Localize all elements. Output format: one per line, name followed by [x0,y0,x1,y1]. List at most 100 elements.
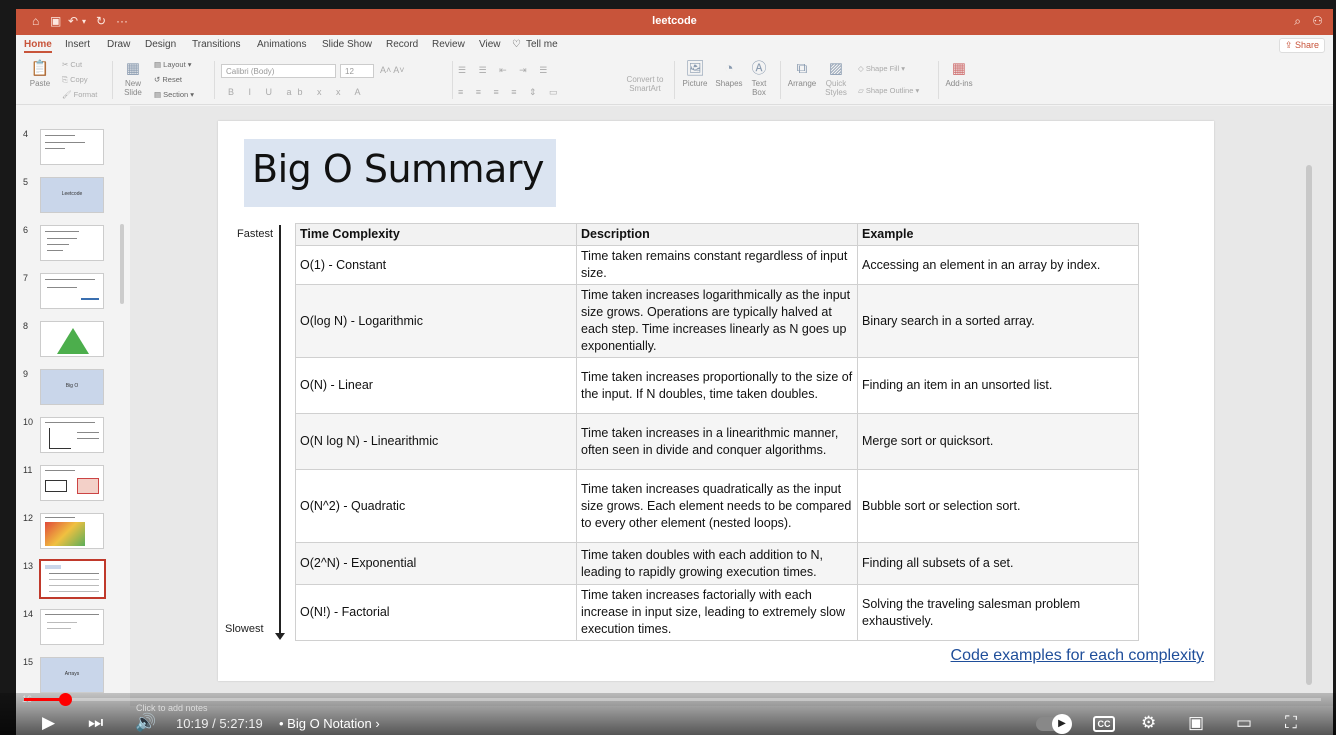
font-size-input[interactable]: 12 [340,64,374,78]
picture-icon: 🖼 [685,60,705,77]
slide-thumb-4[interactable] [40,129,104,165]
tab-view[interactable]: View [479,39,501,50]
thumb-line [49,585,99,586]
shape-fill-button[interactable]: ◇ Shape Fill ▾ [858,64,905,73]
new-slide-icon: ▦ [125,60,141,77]
slide-thumb-12[interactable] [40,513,104,549]
thumb-line [45,422,95,423]
play-icon[interactable]: ▶ [42,712,55,734]
slide-number: 13 [23,561,34,571]
slide-title[interactable]: Big O Summary [244,139,556,207]
divider [938,61,939,99]
slide-thumb-13-selected[interactable] [39,559,106,599]
convert-smartart-button[interactable]: Convert to SmartArt [622,75,668,93]
complexity-cell: O(2^N) - Exponential [295,542,577,585]
slide-number: 8 [23,321,29,331]
arrange-button[interactable]: ⧉ Arrange [786,61,818,89]
tab-animations[interactable]: Animations [257,39,306,50]
thumb-line [77,438,99,439]
tab-insert[interactable]: Insert [65,39,90,50]
next-icon[interactable]: ⏭ [88,712,103,734]
slide-thumb-14[interactable] [40,609,104,645]
picture-button[interactable]: 🖼 Picture [680,60,710,89]
font-grow-shrink-icons[interactable]: A˄ A˅ [380,65,405,75]
chapter-title: Big O Notation [287,716,372,731]
thumb-line [81,298,99,300]
tab-draw[interactable]: Draw [107,39,130,50]
reset-button[interactable]: ↺ Reset [154,75,182,84]
code-examples-link[interactable]: Code examples for each complexity [951,647,1204,665]
description-cell: Time taken increases factorially with ea… [576,584,858,641]
thumbnail-scrollbar[interactable] [120,224,124,304]
description-cell: Time taken doubles with each addition to… [576,542,858,585]
tell-me-search[interactable]: Tell me [526,39,558,50]
slide-thumb-10[interactable] [40,417,104,453]
section-button[interactable]: ▤ Section ▾ [154,90,194,99]
theater-mode-icon[interactable]: ▭ [1236,712,1252,734]
new-slide-button[interactable]: ▦ New Slide [118,60,148,98]
progress-bar[interactable] [24,698,1321,701]
captions-button[interactable]: CC [1093,716,1115,732]
thumb-line [45,148,65,149]
volume-icon[interactable]: 🔊 [135,712,156,734]
font-name-value: Calibri (Body) [226,67,275,76]
autoplay-toggle[interactable]: ▶ [1036,714,1072,734]
account-icon[interactable]: ⚇ [1312,14,1323,28]
tab-transitions[interactable]: Transitions [192,39,241,50]
slide-thumb-8[interactable] [40,321,104,357]
thumb-box [77,478,99,494]
addins-button[interactable]: ▦ Add-ins [944,61,974,89]
slide-thumb-7[interactable] [40,273,104,309]
list-icons[interactable]: ☰ ☰ ⇤ ⇥ ☰ [458,65,552,76]
tab-slide-show[interactable]: Slide Show [322,39,372,50]
tab-design[interactable]: Design [145,39,176,50]
copy-button[interactable]: ⎘ Copy [62,75,88,85]
thumb-title [45,565,61,569]
tab-review[interactable]: Review [432,39,465,50]
complexity-cell: O(N^2) - Quadratic [295,469,577,543]
divider [214,61,215,99]
slide-13[interactable]: Big O Summary Fastest Slowest Time Compl… [218,121,1214,681]
autoplay-play-icon: ▶ [1052,714,1072,734]
complexity-table[interactable]: Time Complexity Description Example O(1)… [295,223,1139,641]
search-icon[interactable]: ⌕ [1294,14,1301,29]
complexity-cell: O(N!) - Factorial [295,584,577,641]
shapes-button[interactable]: ◔ Shapes [714,61,744,89]
paste-button[interactable]: 📋 Paste [26,61,54,89]
format-painter-button[interactable]: 🖌 Format [62,90,97,99]
ribbon-home: 📋 Paste ✂ Cut ⎘ Copy 🖌 Format ▦ New Slide … [16,55,1333,105]
thumb-line [47,628,71,629]
slide-scrollbar[interactable] [1306,165,1312,685]
header-example: Example [857,223,1139,246]
example-cell: Accessing an element in an array by inde… [857,245,1139,285]
slide-thumb-6[interactable] [40,225,104,261]
table-row: O(N!) - Factorial Time taken increases fa… [295,584,1139,641]
example-cell: Merge sort or quicksort. [857,413,1139,470]
thumb-line [47,250,63,251]
font-name-input[interactable]: Calibri (Body) [221,64,336,78]
settings-gear-icon[interactable]: ⚙ [1141,712,1156,734]
tab-home[interactable]: Home [24,39,52,53]
font-format-icons[interactable]: B I U ab x x A [228,87,367,97]
align-icons[interactable]: ≡ ≡ ≡ ≡ ⇕ ▭ [458,87,563,98]
slide-thumb-15[interactable]: Arrays [40,657,104,693]
tab-record[interactable]: Record [386,39,418,50]
font-size-value: 12 [345,67,354,76]
slide-thumb-9[interactable]: Big O [40,369,104,405]
share-button[interactable]: ⇪ Share [1278,38,1325,53]
slide-thumb-5[interactable]: Leetcode [40,177,104,213]
slide-thumb-11[interactable] [40,465,104,501]
quick-styles-button[interactable]: ▨ Quick Styles [822,61,850,98]
textbox-button[interactable]: Ⓐ Text Box [748,61,770,98]
cut-button[interactable]: ✂ Cut [62,60,82,69]
chapter-button[interactable]: • Big O Notation › [279,716,380,731]
progress-scrubber[interactable] [59,693,72,706]
miniplayer-icon[interactable]: ▣ [1188,712,1204,734]
thumb-line [47,244,69,245]
fullscreen-icon[interactable]: ⛶ [1285,712,1297,734]
shape-outline-button[interactable]: ▱ Shape Outline ▾ [858,86,919,95]
layout-button[interactable]: ▤ Layout ▾ [154,60,192,69]
slide-number: 12 [23,513,34,523]
new-slide-label: New Slide [124,79,142,97]
share-label: Share [1294,40,1319,50]
